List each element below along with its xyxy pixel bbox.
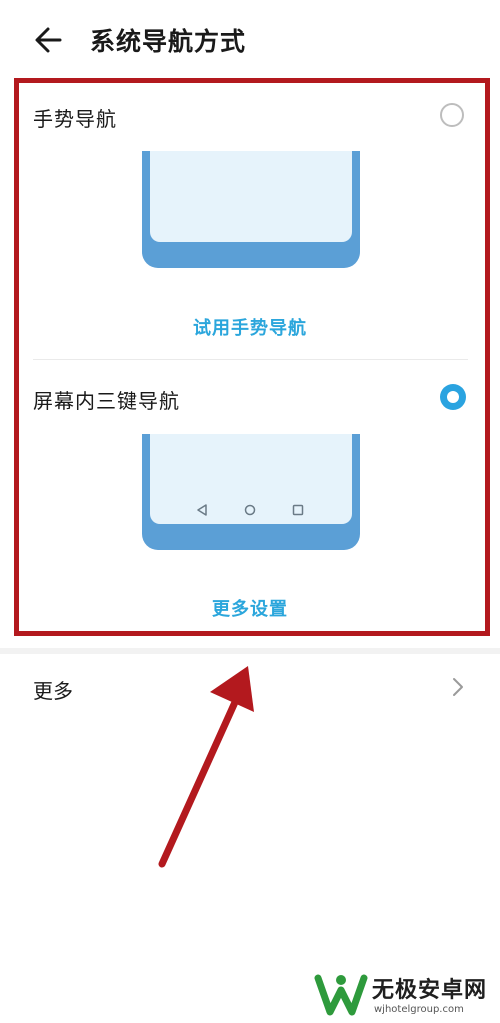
chevron-right-icon (453, 678, 463, 696)
nav-back-triangle-icon (197, 504, 207, 516)
page-title: 系统导航方式 (90, 27, 247, 56)
gesture-preview-screen (150, 151, 352, 242)
back-button[interactable] (30, 22, 70, 58)
watermark-url: wjhotelgroup.com (374, 1004, 464, 1015)
nav-recent-square-icon (292, 504, 304, 516)
nav-home-circle-icon (244, 504, 256, 516)
back-arrow-icon (35, 27, 62, 53)
annotation-arrow-icon (158, 666, 254, 868)
watermark-brand: 无极安卓网 (372, 978, 488, 1003)
option-divider (33, 359, 468, 360)
more-settings-link[interactable]: 更多设置 (0, 595, 500, 621)
three-key-preview-phone (142, 434, 360, 550)
try-gesture-link[interactable]: 试用手势导航 (0, 314, 500, 340)
watermark-logo-icon (314, 974, 368, 1016)
watermark: 无极安卓网 wjhotelgroup.com (312, 968, 500, 1023)
option-three-key-label[interactable]: 屏幕内三键导航 (33, 385, 180, 414)
radio-gesture[interactable] (440, 103, 464, 127)
radio-three-key-selected[interactable] (440, 384, 466, 410)
more-label: 更多 (33, 679, 73, 703)
app-header: 系统导航方式 (0, 0, 500, 82)
gesture-preview-phone (142, 151, 360, 268)
section-separator (0, 648, 500, 654)
option-gesture-label[interactable]: 手势导航 (33, 103, 117, 132)
